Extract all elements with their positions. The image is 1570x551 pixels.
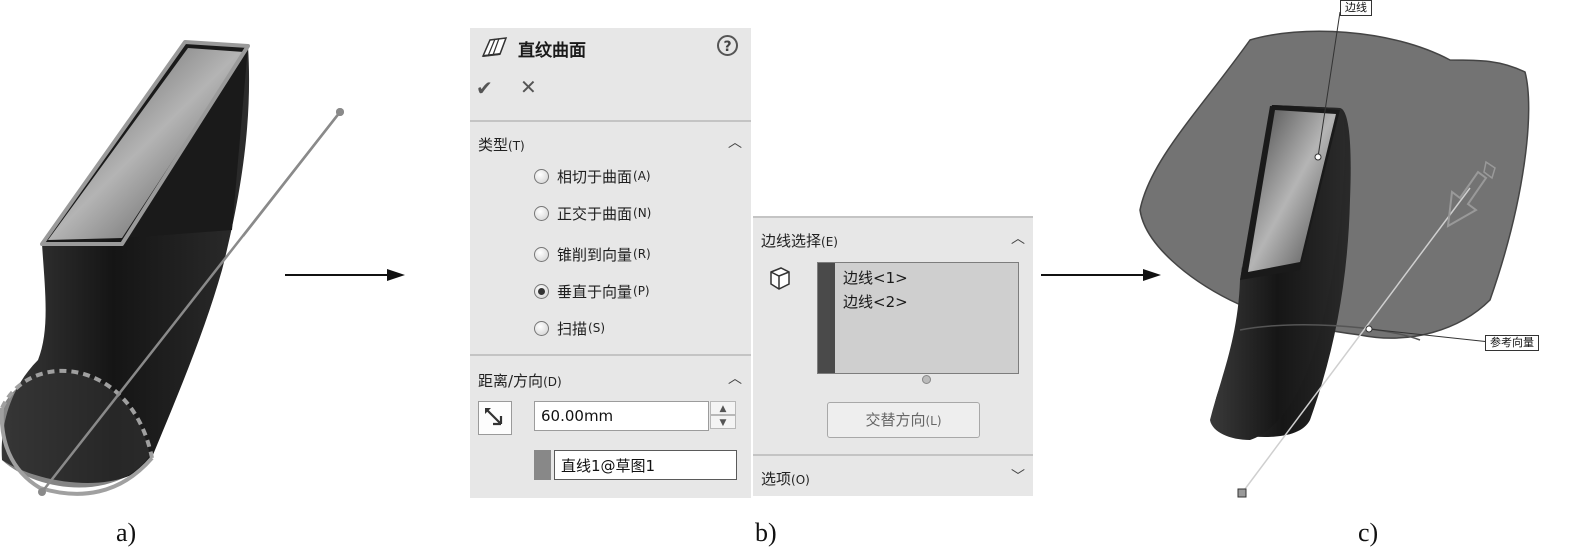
flip-direction-hotkey: (L) (925, 414, 942, 428)
resize-handle[interactable] (922, 375, 931, 384)
spin-up-icon[interactable]: ▲ (710, 401, 736, 415)
radio-label: 正交于曲面 (557, 204, 633, 223)
arrow-right-icon (285, 269, 405, 281)
reverse-direction-icon (485, 408, 503, 426)
edge-selection-panel: 边线选择(E) ︿ 边线<1> 边线<2> 交替方向(L) 选项(O) ﹀ (753, 216, 1033, 496)
divider (470, 120, 751, 122)
distance-section-hotkey: (D) (543, 375, 562, 389)
radio-label: 锥削到向量 (557, 245, 633, 264)
radio-hotkey: (S) (588, 321, 605, 335)
radio-label: 扫描 (557, 319, 588, 338)
part-model-c (1139, 11, 1530, 498)
type-section-title[interactable]: 类型(T) (478, 134, 525, 155)
checkmark-icon[interactable]: ✔ (476, 76, 493, 100)
radio-label: 相切于曲面 (557, 167, 633, 186)
chevron-up-icon[interactable]: ︿ (728, 132, 742, 152)
radio-button[interactable] (534, 168, 549, 184)
reference-line-field[interactable]: 直线1@草图1 (554, 450, 737, 480)
edge-section-label: 边线选择 (761, 232, 822, 250)
caption-b: b) (755, 518, 777, 547)
chevron-up-icon[interactable]: ︿ (1011, 228, 1025, 248)
flip-direction-button[interactable]: 交替方向(L) (827, 402, 980, 438)
distance-section-title[interactable]: 距离/方向(D) (478, 370, 562, 391)
edge-callout: 边线 (1340, 0, 1372, 16)
question-circle-icon[interactable]: ? (717, 35, 738, 56)
caption-c: c) (1358, 518, 1379, 547)
radio-hotkey: (P) (633, 284, 650, 298)
radio-button[interactable] (534, 205, 549, 221)
radio-hotkey: (N) (633, 206, 652, 220)
ruled-surface-icon (481, 37, 508, 57)
panel-title: 直纹曲面 (518, 41, 586, 61)
edge-selection-icon (770, 267, 790, 290)
type-section-label: 类型 (478, 136, 509, 154)
reference-color-swatch (534, 450, 551, 480)
radio-perpendicular-to-vector[interactable]: 垂直于向量 (P) (534, 280, 650, 302)
options-section-title[interactable]: 选项(O) (761, 468, 810, 489)
divider (470, 354, 751, 356)
edge-list-item[interactable]: 边线<2> (843, 291, 908, 312)
reverse-direction-button[interactable] (478, 401, 512, 435)
reference-vector-callout: 参考向量 (1485, 335, 1539, 351)
type-section-hotkey: (T) (508, 139, 525, 153)
edge-list[interactable]: 边线<1> 边线<2> (817, 262, 1019, 374)
distance-input[interactable] (534, 401, 709, 431)
radio-button[interactable] (534, 246, 549, 262)
divider (753, 454, 1033, 456)
radio-tangent-to-surface[interactable]: 相切于曲面 (A) (534, 165, 651, 187)
edge-section-hotkey: (E) (821, 235, 838, 249)
edge-list-item[interactable]: 边线<1> (843, 267, 908, 288)
flip-direction-label: 交替方向 (865, 411, 926, 429)
divider (753, 216, 1033, 218)
radio-tapered-to-vector[interactable]: 锥削到向量 (R) (534, 243, 651, 265)
radio-sweep[interactable]: 扫描 (S) (534, 317, 605, 339)
radio-label: 垂直于向量 (557, 282, 633, 301)
options-section-hotkey: (O) (791, 473, 810, 487)
distance-section-label: 距离/方向 (478, 372, 544, 390)
radio-hotkey: (A) (633, 169, 651, 183)
chevron-down-icon[interactable]: ﹀ (1011, 466, 1025, 486)
x-icon[interactable]: ✕ (520, 75, 537, 99)
radio-button[interactable] (534, 320, 549, 336)
axis-line-overlay (242, 108, 344, 237)
distance-spinner[interactable]: ▲ ▼ (710, 401, 736, 431)
caption-a: a) (116, 518, 137, 547)
radio-button-checked[interactable] (534, 283, 549, 299)
radio-normal-to-surface[interactable]: 正交于曲面 (N) (534, 202, 651, 224)
radio-hotkey: (R) (633, 247, 651, 261)
chevron-up-icon[interactable]: ︿ (728, 368, 742, 388)
ruled-surface-panel: 直纹曲面 ? ✔ ✕ 类型(T) ︿ 相切于曲面 (A) 正交于曲面 (N) 锥削到… (470, 28, 751, 498)
options-section-label: 选项 (761, 470, 792, 488)
spin-down-icon[interactable]: ▼ (710, 415, 736, 429)
edge-list-color-bar (818, 263, 835, 373)
edge-section-title[interactable]: 边线选择(E) (761, 230, 838, 251)
